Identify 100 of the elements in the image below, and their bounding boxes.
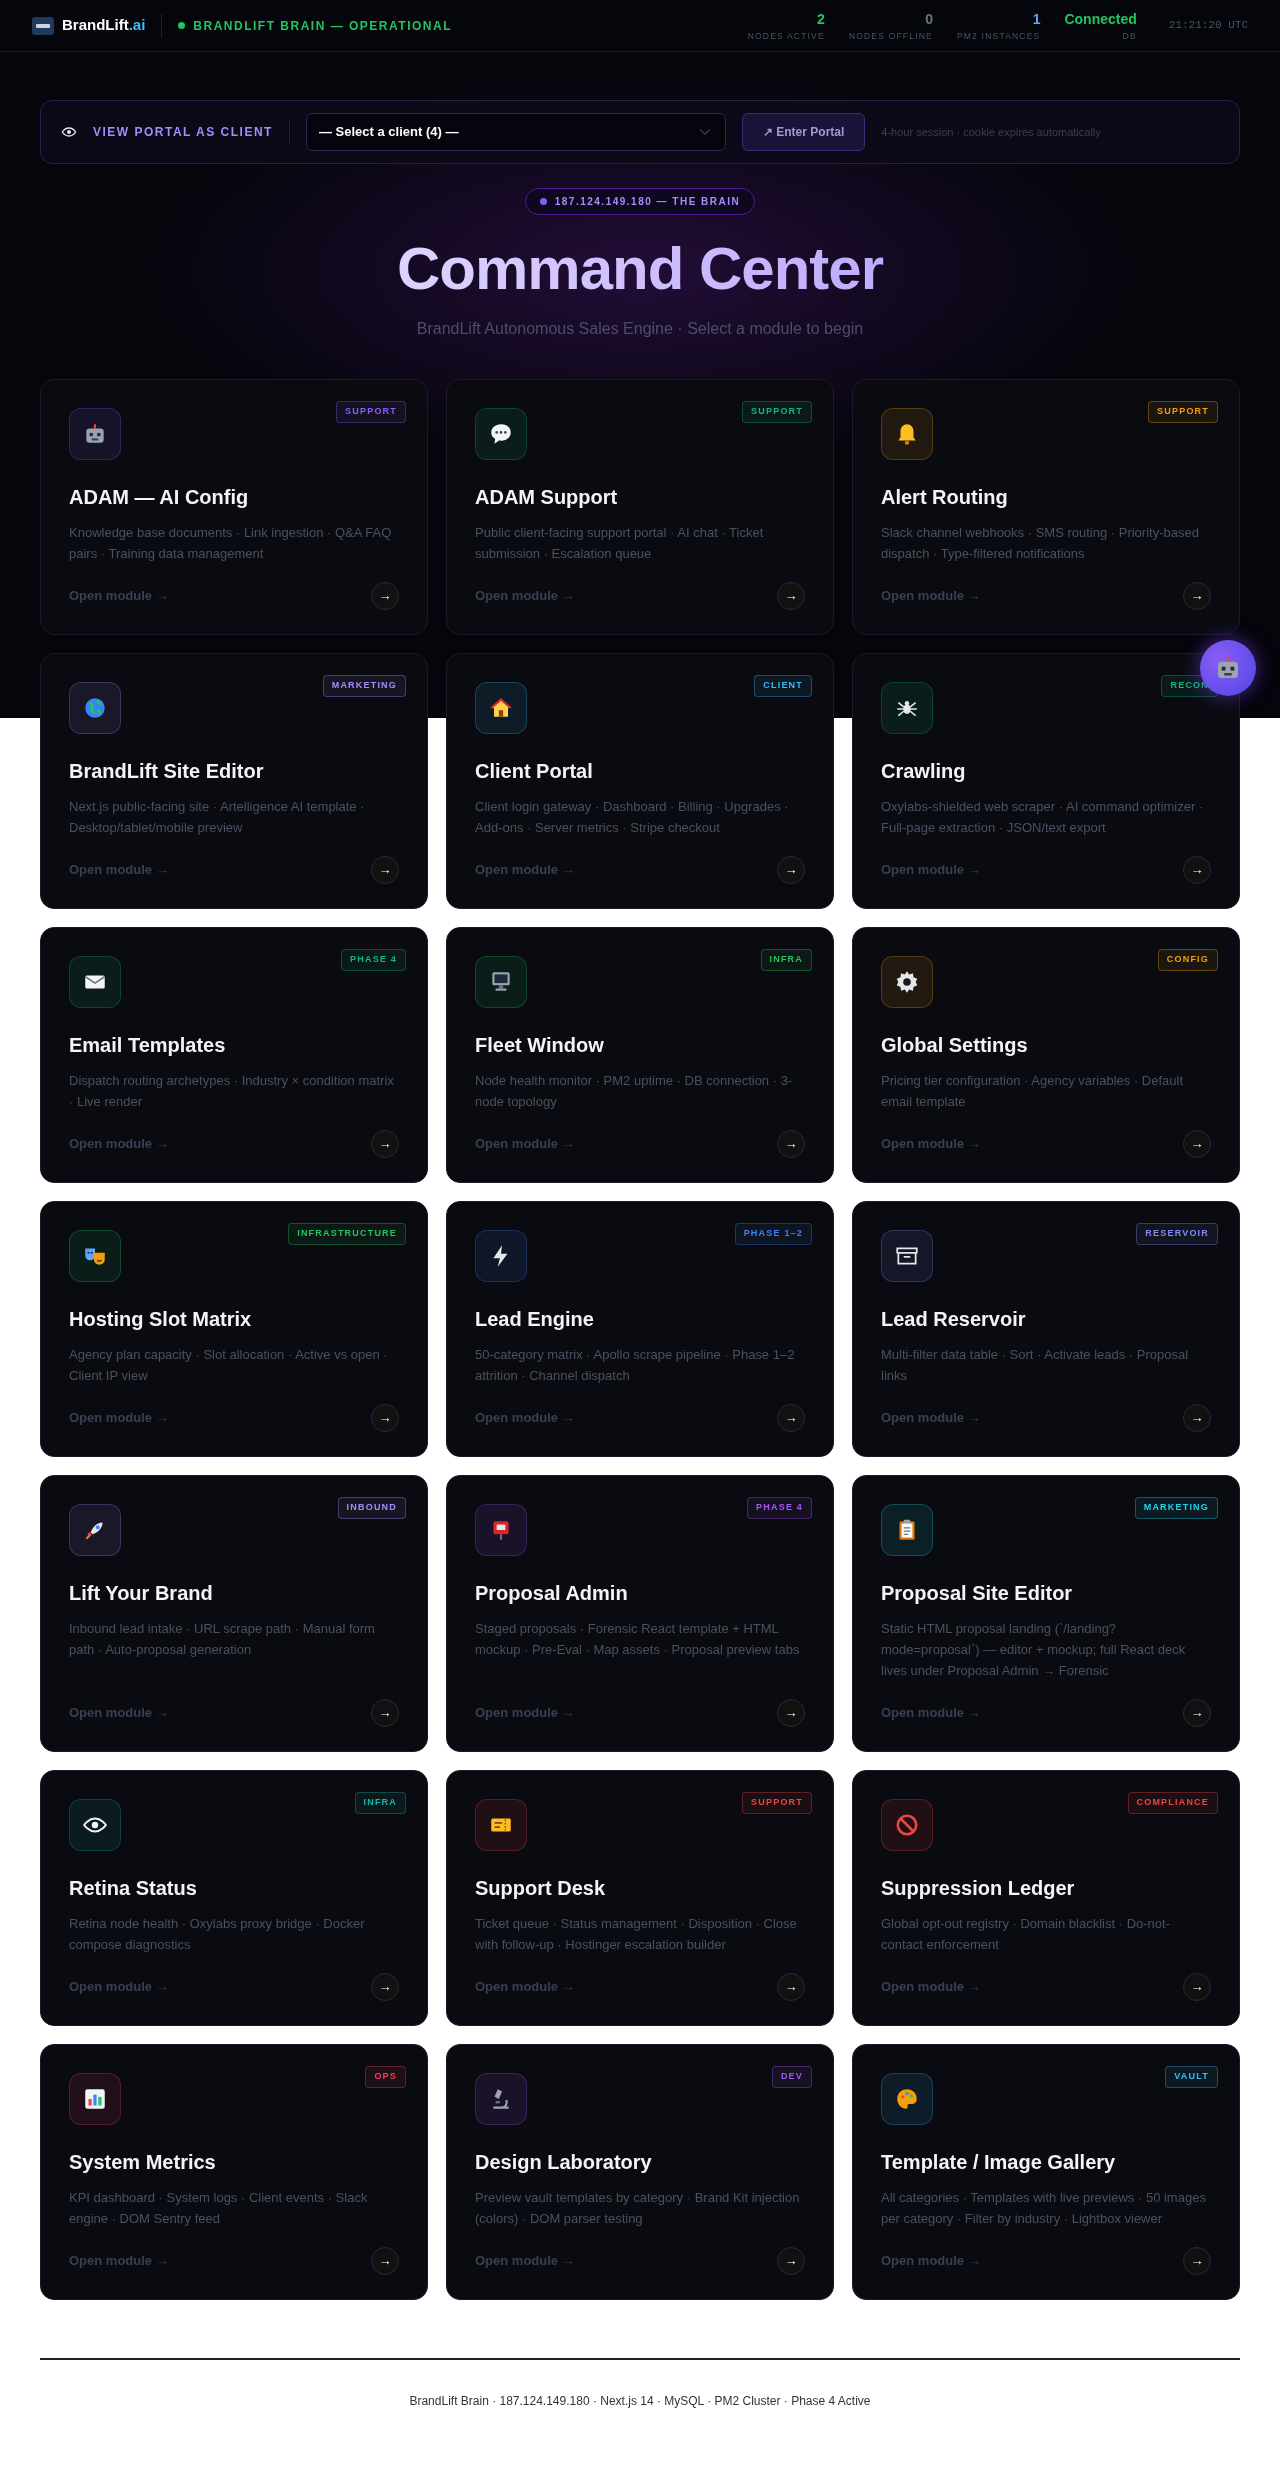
category-badge: CLIENT xyxy=(754,675,812,697)
eye-icon xyxy=(61,124,77,140)
module-title: Suppression Ledger xyxy=(881,1876,1076,1901)
module-title: System Metrics xyxy=(69,2150,217,2175)
arrow-button[interactable]: → xyxy=(1183,1404,1211,1432)
arrow-button[interactable]: → xyxy=(371,582,399,610)
module-title: Client Portal xyxy=(475,759,594,784)
arrow-button[interactable]: → xyxy=(371,1699,399,1727)
module-description: Ticket queue · Status management · Disposition · Close with follow-up · Hostinger escalation builder xyxy=(475,1915,798,1954)
module-description: Agency plan capacity · Slot allocation · Active vs open · Client IP view xyxy=(69,1346,389,1385)
module-title: Lift Your Brand xyxy=(69,1581,214,1606)
module-description: Public client-facing support portal · AI chat · Ticket submission · Escalation queue xyxy=(475,524,765,563)
module-description: Pricing tier configuration · Agency variables · Default email template xyxy=(881,1072,1185,1111)
arrow-button[interactable]: → xyxy=(777,582,805,610)
module-title: Support Desk xyxy=(475,1876,607,1901)
arrow-button[interactable]: → xyxy=(1183,582,1211,610)
stat-value: 2 xyxy=(816,9,825,29)
arrow-button[interactable]: → xyxy=(1183,1699,1211,1727)
stat-label: PM2 INSTANCES xyxy=(956,29,1041,43)
module-title: Crawling xyxy=(881,759,967,784)
category-badge: PHASE 4 xyxy=(341,949,406,971)
portal-label: VIEW PORTAL AS CLIENT xyxy=(93,124,273,141)
category-badge: PHASE 1–2 xyxy=(734,1223,812,1245)
arrow-button[interactable]: → xyxy=(777,2247,805,2275)
category-badge: INBOUND xyxy=(337,1497,406,1519)
module-description: Staged proposals · Forensic React template + HTML mockup · Pre-Eval · Map assets · Proposal preview tabs xyxy=(475,1620,801,1659)
module-description: Node health monitor · PM2 uptime · DB connection · 3-node topology xyxy=(475,1072,794,1111)
server-pill: 187.124.149.180 — THE BRAIN xyxy=(524,188,756,215)
arrow-button[interactable]: → xyxy=(371,1973,399,2001)
category-badge: INFRA xyxy=(354,1792,406,1814)
module-description: Knowledge base documents · Link ingestion · Q&A FAQ pairs · Training data management xyxy=(69,524,393,563)
module-description: KPI dashboard · System logs · Client events · Slack engine · DOM Sentry feed xyxy=(69,2189,369,2228)
palette-icon xyxy=(894,2086,920,2112)
category-badge: MARKETING xyxy=(322,675,406,697)
module-title: ADAM Support xyxy=(475,485,619,510)
arrow-button[interactable]: → xyxy=(777,1973,805,2001)
module-description: Inbound lead intake · URL scrape path · Manual form path · Auto-proposal generation xyxy=(69,1620,376,1659)
clock: 21:21:20 UTC xyxy=(1168,18,1248,34)
arrow-button[interactable]: → xyxy=(1183,1973,1211,2001)
stat-label: NODES OFFLINE xyxy=(848,29,933,43)
module-title: ADAM — AI Config xyxy=(69,485,250,510)
category-badge: SUPPORT xyxy=(742,401,812,423)
module-title: Design Laboratory xyxy=(475,2150,653,2175)
module-description: Oxylabs-shielded web scraper · AI command optimizer · Full-page extraction · JSON/text export xyxy=(881,798,1205,837)
module-description: Dispatch routing archetypes · Industry × condition matrix · Live render xyxy=(69,1072,395,1111)
gear-icon xyxy=(894,969,920,995)
module-description: Retina node health · Oxylabs proxy bridge · Docker compose diagnostics xyxy=(69,1915,366,1954)
arrow-button[interactable]: → xyxy=(777,1404,805,1432)
module-title: Alert Routing xyxy=(881,485,1009,510)
arrow-button[interactable]: → xyxy=(371,1130,399,1158)
arrow-button[interactable]: → xyxy=(1183,2247,1211,2275)
status-label: BRANDLIFT BRAIN — OPERATIONAL xyxy=(193,17,452,35)
module-title: Proposal Site Editor xyxy=(881,1581,1074,1606)
arrow-button[interactable]: → xyxy=(777,856,805,884)
category-badge: MARKETING xyxy=(1134,1497,1218,1519)
category-badge: PHASE 4 xyxy=(747,1497,812,1519)
stat-label: NODES ACTIVE xyxy=(747,29,825,43)
module-description: Next.js public-facing site · Artelligence AI template · Desktop/tablet/mobile preview xyxy=(69,798,366,837)
module-description: Client login gateway · Dashboard · Billing · Upgrades · Add-ons · Server metrics · Stripe checkout xyxy=(475,798,790,837)
module-title: Template / Image Gallery xyxy=(881,2150,1117,2175)
category-badge: RESERVOIR xyxy=(1136,1223,1218,1245)
module-title: Global Settings xyxy=(881,1033,1029,1058)
module-title: Hosting Slot Matrix xyxy=(69,1307,253,1332)
logo-icon xyxy=(32,17,54,36)
module-description: Static HTML proposal landing (`/landing?mode=proposal`) — editor + mockup; full React deck lives under Proposal Admin → Forensic xyxy=(881,1620,1187,1680)
arrow-button[interactable]: → xyxy=(1183,1130,1211,1158)
module-title: Lead Engine xyxy=(475,1307,595,1332)
category-badge: VAULT xyxy=(1165,2066,1218,2088)
arrow-button[interactable]: → xyxy=(777,1130,805,1158)
brand-name[interactable]: BrandLift.ai xyxy=(62,14,146,37)
arrow-button[interactable]: → xyxy=(777,1699,805,1727)
module-description: Slack channel webhooks · SMS routing · Priority-based dispatch · Type-filtered notifications xyxy=(881,524,1200,563)
arrow-button[interactable]: → xyxy=(371,2247,399,2275)
category-badge: INFRASTRUCTURE xyxy=(288,1223,406,1245)
module-title: BrandLift Site Editor xyxy=(69,759,265,784)
category-badge: CONFIG xyxy=(1157,949,1218,971)
stat-value: Connected xyxy=(1064,9,1137,29)
category-badge: DEV xyxy=(771,2066,812,2088)
bar-chart-icon xyxy=(82,2086,108,2112)
client-select[interactable]: — Select a client (4) — xyxy=(305,113,726,151)
arrow-button[interactable]: → xyxy=(1183,856,1211,884)
category-badge: SUPPORT xyxy=(742,1792,812,1814)
stat-value: 0 xyxy=(924,9,933,29)
stat-label: DB xyxy=(1121,29,1137,43)
page-subtitle: BrandLift Autonomous Sales Engine · Select a module to begin xyxy=(415,319,865,339)
module-description: 50-category matrix · Apollo scrape pipeline · Phase 1–2 attrition · Channel dispatch xyxy=(475,1346,796,1385)
arrow-button[interactable]: → xyxy=(371,856,399,884)
module-title: Fleet Window xyxy=(475,1033,605,1058)
category-badge: SUPPORT xyxy=(336,401,406,423)
module-description: Multi-filter data table · Sort · Activate leads · Proposal links xyxy=(881,1346,1190,1385)
stat-value: 1 xyxy=(1031,9,1041,29)
prohibited-icon xyxy=(894,1812,920,1838)
module-title: Proposal Admin xyxy=(475,1581,629,1606)
footer-text: BrandLift Brain · 187.124.149.180 · Next.js 14 · MySQL · PM2 Cluster · Phase 4 Active xyxy=(409,2394,871,2408)
category-badge: INFRA xyxy=(760,949,812,971)
arrow-button[interactable]: → xyxy=(371,1404,399,1432)
module-title: Retina Status xyxy=(69,1876,198,1901)
module-description: All categories · Templates with live previews · 50 images per category · Filter by industry · Lightbox viewer xyxy=(881,2189,1207,2228)
category-badge: COMPLIANCE xyxy=(1127,1792,1218,1814)
module-title: Email Templates xyxy=(69,1033,227,1058)
